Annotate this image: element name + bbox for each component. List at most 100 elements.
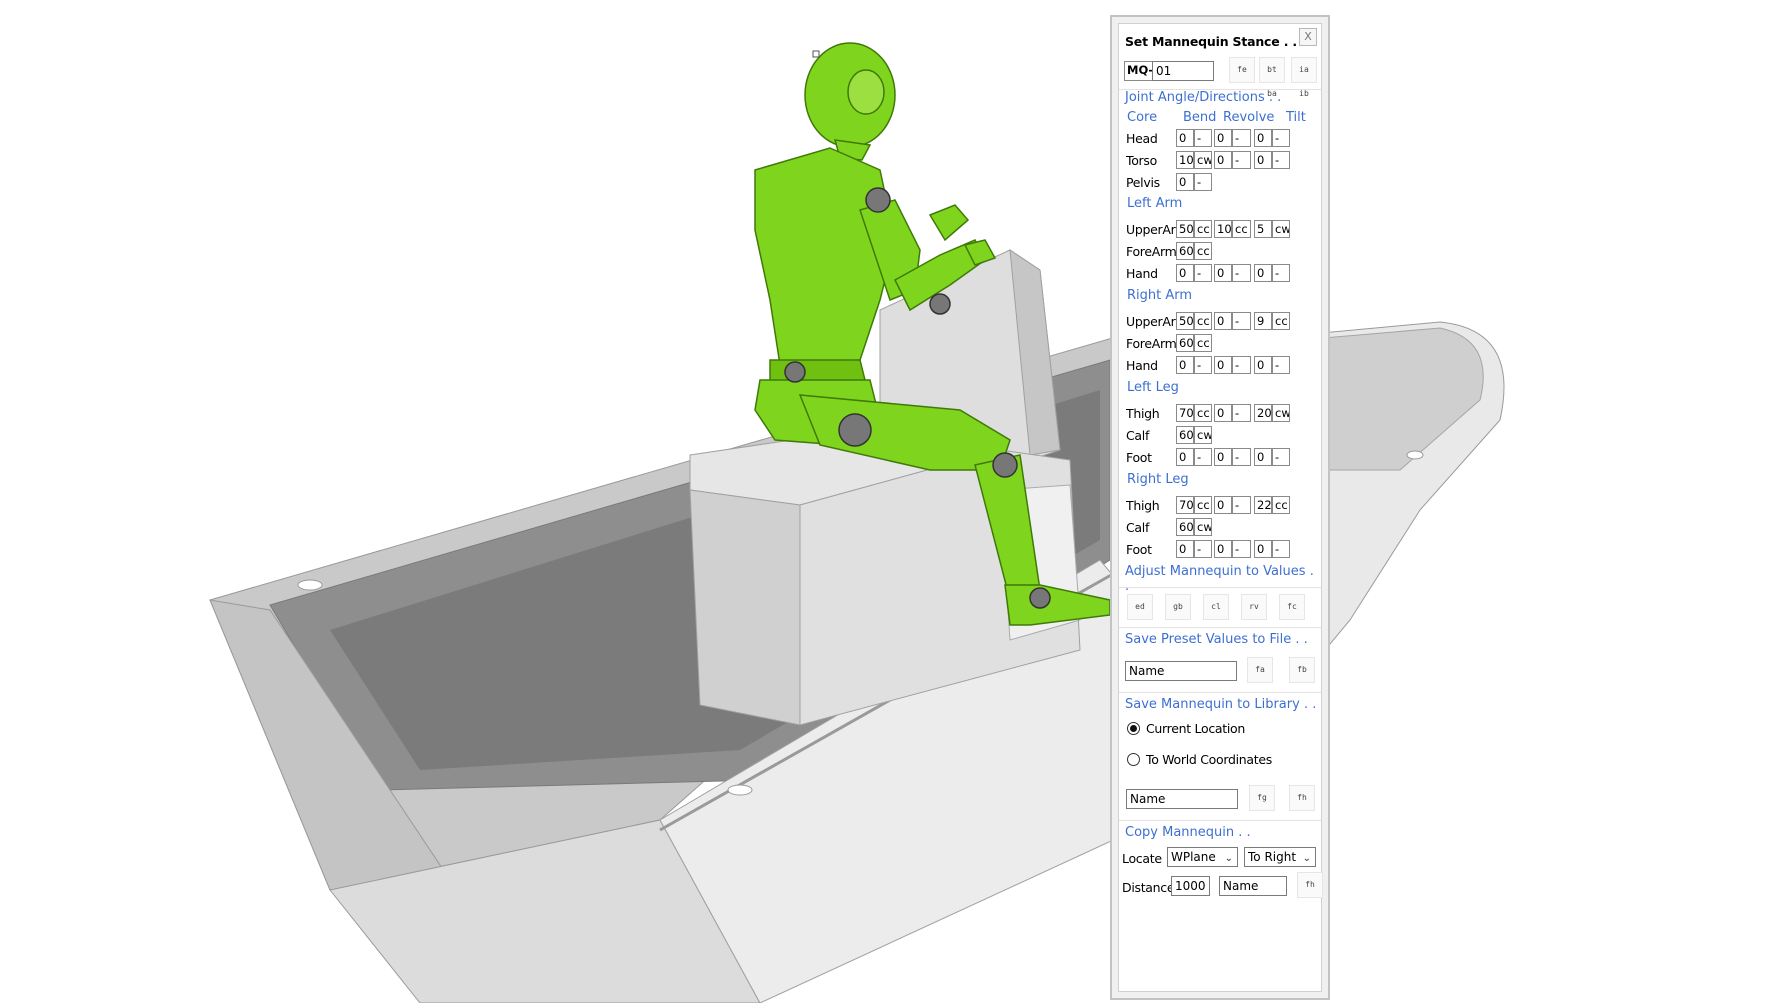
distance-field[interactable]: 1000 [1171,876,1210,896]
cl-icon-button[interactable]: cl [1203,594,1229,620]
fh-icon-button[interactable]: fh [1289,785,1315,811]
close-button[interactable]: X [1299,28,1317,46]
angle-value-field[interactable]: 0 [1176,173,1194,191]
angle-value-field[interactable]: 0 [1254,356,1272,374]
angle-value-field[interactable]: 70 [1176,404,1194,422]
angle-value-field[interactable]: 60 [1176,242,1194,260]
fa-icon-button[interactable]: fa [1247,657,1273,683]
angle-value-field[interactable]: 0 [1176,356,1194,374]
fc-icon-button[interactable]: fc [1279,594,1305,620]
direction-field[interactable]: - [1194,448,1212,466]
joint-label: ForeArm [1126,336,1177,351]
direction-field[interactable]: cc [1272,312,1290,330]
direction-field[interactable]: cw [1194,151,1212,169]
angle-value-field[interactable]: 60 [1176,426,1194,444]
direction-field[interactable]: cc [1194,334,1212,352]
angle-value-field[interactable]: 70 [1176,496,1194,514]
direction-field[interactable]: cc [1194,312,1212,330]
locate-select[interactable]: WPlane ⌄ [1167,847,1238,867]
angle-value-field[interactable]: 0 [1214,356,1232,374]
direction-field[interactable]: - [1272,151,1290,169]
direction-field[interactable]: - [1272,129,1290,147]
angle-value-field[interactable]: 0 [1176,540,1194,558]
direction-field[interactable]: - [1232,356,1251,374]
direction-field[interactable]: - [1272,540,1290,558]
ia-ib-icon-button[interactable]: ia ib [1291,57,1317,98]
direction-field[interactable]: cc [1194,496,1212,514]
direction-field[interactable]: - [1194,173,1212,191]
direction-field[interactable]: - [1232,312,1251,330]
fe-icon-button[interactable]: fe [1229,57,1255,83]
gb-icon-button[interactable]: gb [1165,594,1191,620]
direction-field[interactable]: cc [1194,404,1212,422]
column-core: Core [1127,110,1158,125]
angle-value-field[interactable]: 0 [1254,448,1272,466]
direction-field[interactable]: - [1232,129,1251,147]
preset-name-field[interactable]: Name [1125,661,1237,681]
direction-field[interactable]: cc [1232,220,1251,238]
fg-icon-button[interactable]: fg [1249,785,1275,811]
angle-value-field[interactable]: 5 [1254,220,1272,238]
copy-name-field[interactable]: Name [1219,876,1287,896]
3d-viewport[interactable] [0,0,1785,1003]
direction-field[interactable]: cc [1194,242,1212,260]
angle-value-field[interactable]: 0 [1254,540,1272,558]
direction-field[interactable]: - [1194,129,1212,147]
direction-field[interactable]: cw [1272,220,1290,238]
radio-current-location[interactable] [1127,722,1140,735]
direction-field[interactable]: cw [1272,404,1290,422]
angle-value-field[interactable]: 0 [1214,312,1232,330]
angle-value-field[interactable]: 22 [1254,496,1272,514]
angle-value-field[interactable]: 0 [1214,264,1232,282]
direction-field[interactable]: cc [1194,220,1212,238]
direction-field[interactable]: - [1272,448,1290,466]
angle-value-field[interactable]: 0 [1176,264,1194,282]
direction-field[interactable]: cw [1194,426,1212,444]
copy-fh-icon-button[interactable]: fh [1297,872,1323,898]
angle-value-field[interactable]: 0 [1214,151,1232,169]
set-mannequin-stance-panel: Set Mannequin Stance . . X MQ- 01 fe bt … [1110,15,1330,1000]
direction-field[interactable]: - [1232,151,1251,169]
joint-label: Thigh [1126,406,1160,421]
direction-field[interactable]: - [1232,264,1251,282]
angle-value-field[interactable]: 0 [1254,264,1272,282]
angle-value-field[interactable]: 50 [1176,312,1194,330]
library-section-title: Save Mannequin to Library . . [1125,697,1317,712]
ed-icon-button[interactable]: ed [1127,594,1153,620]
direction-field[interactable]: cw [1194,518,1212,536]
direction-field[interactable]: - [1194,264,1212,282]
mq-id-field[interactable]: 01 [1152,61,1214,81]
angle-value-field[interactable]: 0 [1176,129,1194,147]
radio-world-coordinates[interactable] [1127,753,1140,766]
angle-value-field[interactable]: 0 [1214,129,1232,147]
preset-section-title: Save Preset Values to File . . [1125,632,1308,647]
angle-value-field[interactable]: 10 [1176,151,1194,169]
angle-value-field[interactable]: 0 [1254,129,1272,147]
angle-value-field[interactable]: 10 [1214,220,1232,238]
rv-icon-button[interactable]: rv [1241,594,1267,620]
angle-value-field[interactable]: 50 [1176,220,1194,238]
direction-select[interactable]: To Right ⌄ [1244,847,1316,867]
angle-value-field[interactable]: 0 [1214,540,1232,558]
angle-value-field[interactable]: 0 [1214,448,1232,466]
direction-field[interactable]: cc [1272,496,1290,514]
angle-value-field[interactable]: 0 [1214,496,1232,514]
direction-field[interactable]: - [1232,448,1251,466]
direction-field[interactable]: - [1232,496,1251,514]
bt-ba-icon-button[interactable]: bt ba [1259,57,1285,98]
direction-field[interactable]: - [1194,540,1212,558]
library-name-field[interactable]: Name [1126,789,1238,809]
direction-field[interactable]: - [1232,540,1251,558]
fb-icon-button[interactable]: fb [1289,657,1315,683]
direction-field[interactable]: - [1272,356,1290,374]
angle-value-field[interactable]: 60 [1176,518,1194,536]
angle-value-field[interactable]: 0 [1214,404,1232,422]
angle-value-field[interactable]: 60 [1176,334,1194,352]
direction-field[interactable]: - [1232,404,1251,422]
angle-value-field[interactable]: 9 [1254,312,1272,330]
angle-value-field[interactable]: 0 [1254,151,1272,169]
direction-field[interactable]: - [1194,356,1212,374]
direction-field[interactable]: - [1272,264,1290,282]
angle-value-field[interactable]: 0 [1176,448,1194,466]
angle-value-field[interactable]: 20 [1254,404,1272,422]
